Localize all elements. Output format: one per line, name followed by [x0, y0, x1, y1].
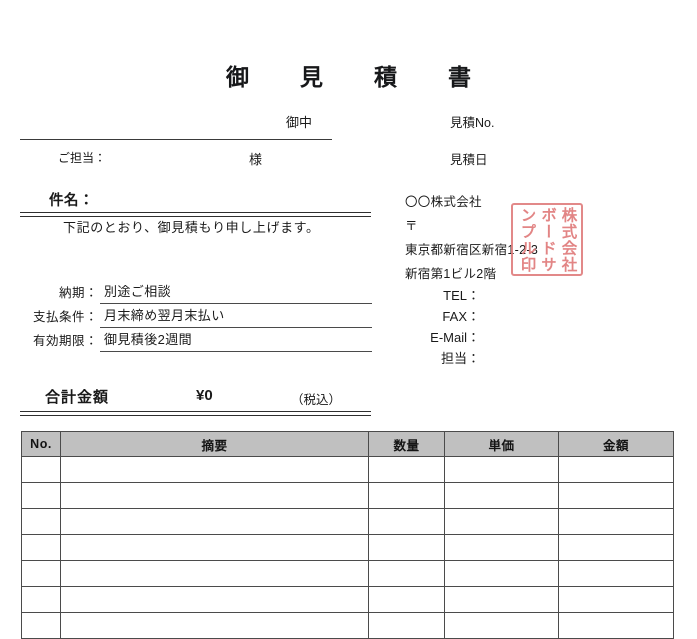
- term-label-validity: 有効期限：: [32, 334, 98, 348]
- cell-no[interactable]: [21, 456, 61, 483]
- quotation-document: 御 見 積 書 御中 ご担当： 様 見積No. 見積日 件名： 下記のとおり、御…: [0, 0, 697, 639]
- term-row-validity: 有効期限： 御見積後2週間: [20, 328, 372, 352]
- table-row[interactable]: [21, 560, 674, 587]
- cell-description[interactable]: [60, 560, 369, 587]
- table-row[interactable]: [21, 456, 674, 483]
- seller-tel-label: TEL：: [443, 288, 480, 303]
- customer-contact-label: ご担当：: [58, 151, 107, 165]
- column-header-no: No.: [21, 431, 61, 457]
- total-double-rule: [20, 411, 371, 416]
- column-header-description: 摘要: [60, 431, 369, 457]
- term-rule-validity: [100, 351, 372, 352]
- cell-unit-price[interactable]: [444, 534, 559, 561]
- seller-fax-label: FAX：: [442, 309, 480, 324]
- table-row[interactable]: [21, 612, 674, 639]
- customer-sama-label: 様: [249, 152, 263, 167]
- cell-quantity[interactable]: [368, 534, 445, 561]
- company-seal-stamp: 株式会社 ボードサ ンプル印: [511, 203, 583, 276]
- cell-no[interactable]: [21, 482, 61, 509]
- term-label-delivery: 納期：: [58, 286, 98, 300]
- term-value-payment: 月末締め翌月末払い: [104, 308, 225, 323]
- cell-description[interactable]: [60, 612, 369, 639]
- column-header-amount: 金額: [558, 431, 674, 457]
- subject-label: 件名：: [49, 193, 94, 209]
- term-label-payment: 支払条件：: [32, 310, 98, 324]
- cell-unit-price[interactable]: [444, 508, 559, 535]
- term-value-delivery: 別途ご相談: [104, 284, 172, 299]
- total-tax-note: （税込）: [291, 393, 342, 407]
- seller-contact-block: TEL： FAX： E-Mail： 担当：: [380, 285, 480, 369]
- seal-column-3: ンプル印: [518, 206, 536, 273]
- cell-amount[interactable]: [558, 612, 674, 639]
- cell-quantity[interactable]: [368, 612, 445, 639]
- term-row-payment: 支払条件： 月末締め翌月末払い: [20, 304, 372, 328]
- cell-description[interactable]: [60, 456, 369, 483]
- table-row[interactable]: [21, 482, 674, 509]
- terms-block: 納期： 別途ご相談 支払条件： 月末締め翌月末払い 有効期限： 御見積後2週間: [20, 280, 372, 352]
- cell-no[interactable]: [21, 612, 61, 639]
- seal-column-2: ボードサ: [539, 206, 556, 273]
- total-amount-label: 合計金額: [45, 389, 110, 406]
- cell-no[interactable]: [21, 508, 61, 535]
- cell-unit-price[interactable]: [444, 482, 559, 509]
- table-row[interactable]: [21, 508, 674, 535]
- cell-description[interactable]: [60, 534, 369, 561]
- column-header-unit-price: 単価: [444, 431, 559, 457]
- customer-onchu-label: 御中: [286, 115, 313, 130]
- cell-unit-price[interactable]: [444, 560, 559, 587]
- customer-name-rule: [20, 139, 332, 140]
- cell-unit-price[interactable]: [444, 456, 559, 483]
- cell-quantity[interactable]: [368, 508, 445, 535]
- page-title: 御 見 積 書: [226, 64, 485, 90]
- cell-description[interactable]: [60, 482, 369, 509]
- cell-quantity[interactable]: [368, 456, 445, 483]
- seal-column-1: 株式会社: [559, 206, 577, 273]
- cell-no[interactable]: [21, 534, 61, 561]
- cell-no[interactable]: [21, 560, 61, 587]
- seller-contact-person-label: 担当：: [440, 351, 480, 366]
- table-row[interactable]: [21, 534, 674, 561]
- term-value-validity: 御見積後2週間: [104, 332, 193, 347]
- term-row-delivery: 納期： 別途ご相談: [20, 280, 372, 304]
- estimate-number-label: 見積No.: [450, 116, 495, 130]
- table-header-row: No. 摘要 数量 単価 金額: [21, 431, 674, 457]
- cell-amount[interactable]: [558, 560, 674, 587]
- cell-description[interactable]: [60, 508, 369, 535]
- column-header-quantity: 数量: [368, 431, 445, 457]
- line-items-table: No. 摘要 数量 単価 金額: [21, 431, 674, 639]
- cell-amount[interactable]: [558, 508, 674, 535]
- estimate-date-label: 見積日: [450, 153, 488, 167]
- seller-email-label: E-Mail：: [430, 330, 480, 345]
- cell-amount[interactable]: [558, 482, 674, 509]
- cell-quantity[interactable]: [368, 482, 445, 509]
- lead-sentence: 下記のとおり、御見積もり申し上げます。: [63, 220, 320, 235]
- cell-amount[interactable]: [558, 534, 674, 561]
- total-amount-value: ¥0: [196, 387, 213, 404]
- line-items-body: [21, 456, 674, 639]
- cell-unit-price[interactable]: [444, 612, 559, 639]
- cell-quantity[interactable]: [368, 560, 445, 587]
- cell-amount[interactable]: [558, 456, 674, 483]
